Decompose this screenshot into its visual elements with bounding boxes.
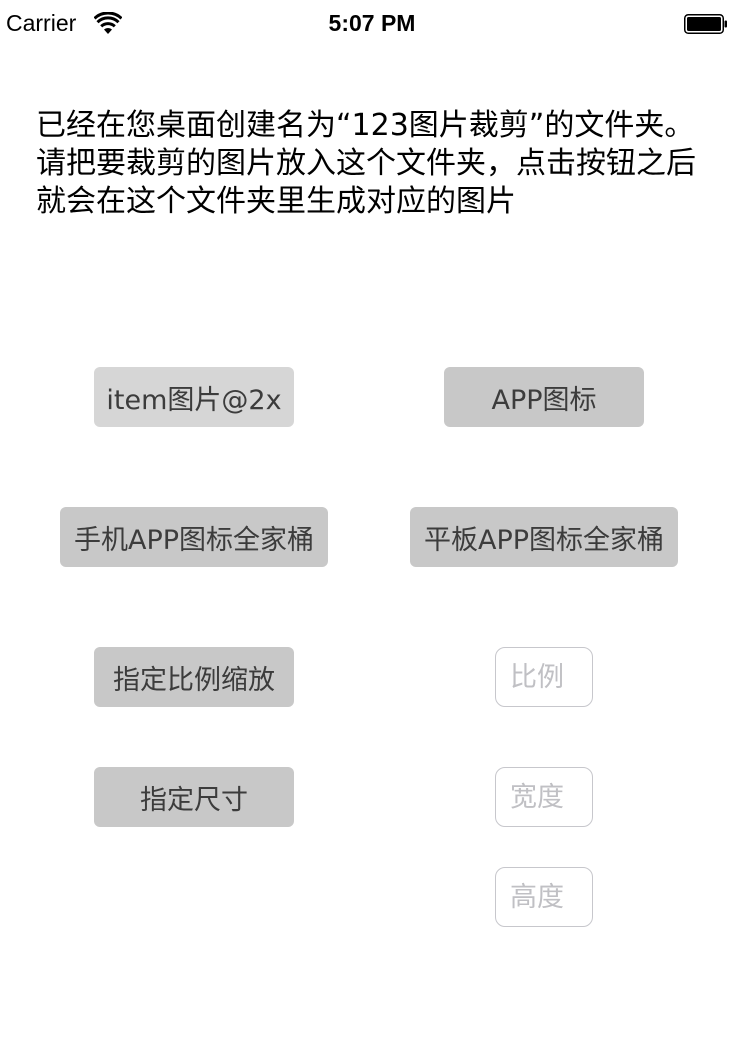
scale-ratio-button[interactable]: 指定比例缩放 [94, 647, 294, 707]
fixed-size-button[interactable]: 指定尺寸 [94, 767, 294, 827]
battery-icon [684, 14, 728, 34]
phone-app-icons-button[interactable]: 手机APP图标全家桶 [60, 507, 328, 567]
ratio-input[interactable] [495, 647, 593, 707]
width-input[interactable] [495, 767, 593, 827]
status-bar: Carrier 5:07 PM [0, 0, 744, 48]
status-time: 5:07 PM [328, 10, 416, 36]
pad-app-icons-button[interactable]: 平板APP图标全家桶 [410, 507, 678, 567]
height-input[interactable] [495, 867, 593, 927]
instructions-text: 已经在您桌面创建名为“123图片裁剪”的文件夹。请把要裁剪的图片放入这个文件夹，… [36, 108, 696, 219]
item-2x-button[interactable]: item图片@2x [94, 367, 294, 427]
app-icon-button[interactable]: APP图标 [444, 367, 644, 427]
